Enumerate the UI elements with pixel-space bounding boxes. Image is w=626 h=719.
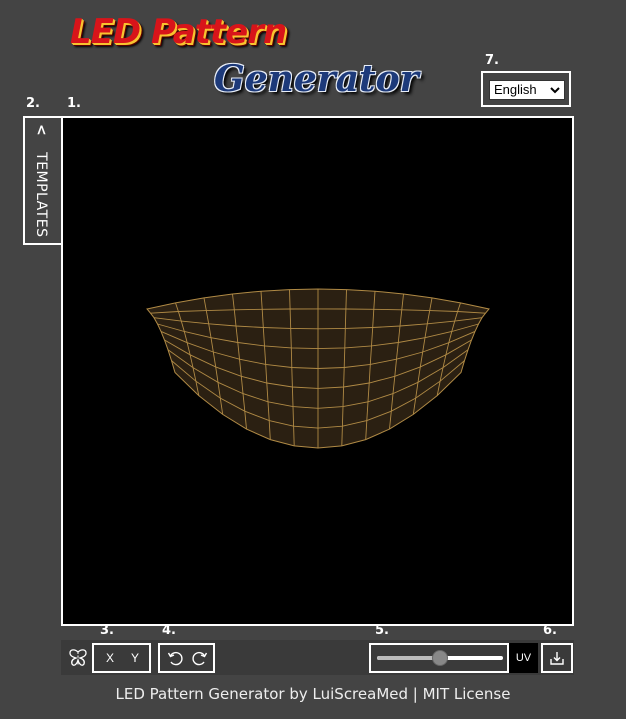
language-select[interactable]: English [489, 80, 565, 100]
slider-fill [377, 656, 440, 660]
download-icon [548, 649, 566, 667]
templates-toggle-glyph: < [33, 124, 49, 137]
footer-credit: LED Pattern Generator by LuiScreaMed | M… [115, 685, 511, 703]
templates-label-text: TEMPLATES [33, 152, 49, 238]
export-button[interactable] [541, 643, 573, 673]
butterfly-icon[interactable] [67, 647, 89, 669]
chevron-down-icon [549, 82, 561, 98]
language-selected-value: English [494, 82, 537, 97]
pattern-canvas[interactable] [61, 116, 574, 626]
flip-y-button[interactable]: Y [125, 646, 145, 670]
flip-x-button[interactable]: X [100, 646, 120, 670]
redo-icon[interactable] [191, 649, 209, 667]
uv-slider[interactable] [377, 650, 503, 666]
logo-title-line2: Generator [214, 58, 419, 100]
templates-tab[interactable]: < TEMPLATES [23, 116, 62, 245]
language-box: English [481, 71, 571, 107]
marker-templates: 2. [26, 96, 40, 111]
marker-language: 7. [485, 53, 499, 68]
templates-label: < TEMPLATES [33, 124, 49, 237]
uv-button[interactable]: UV [509, 643, 538, 673]
mask-mesh [146, 288, 490, 449]
flip-buttons-group: X Y [92, 643, 151, 673]
logo-title-line1: LED Pattern [70, 12, 287, 52]
undo-icon[interactable] [166, 649, 184, 667]
slider-thumb[interactable] [432, 650, 448, 666]
undo-redo-group [158, 643, 215, 673]
marker-canvas: 1. [67, 96, 81, 111]
